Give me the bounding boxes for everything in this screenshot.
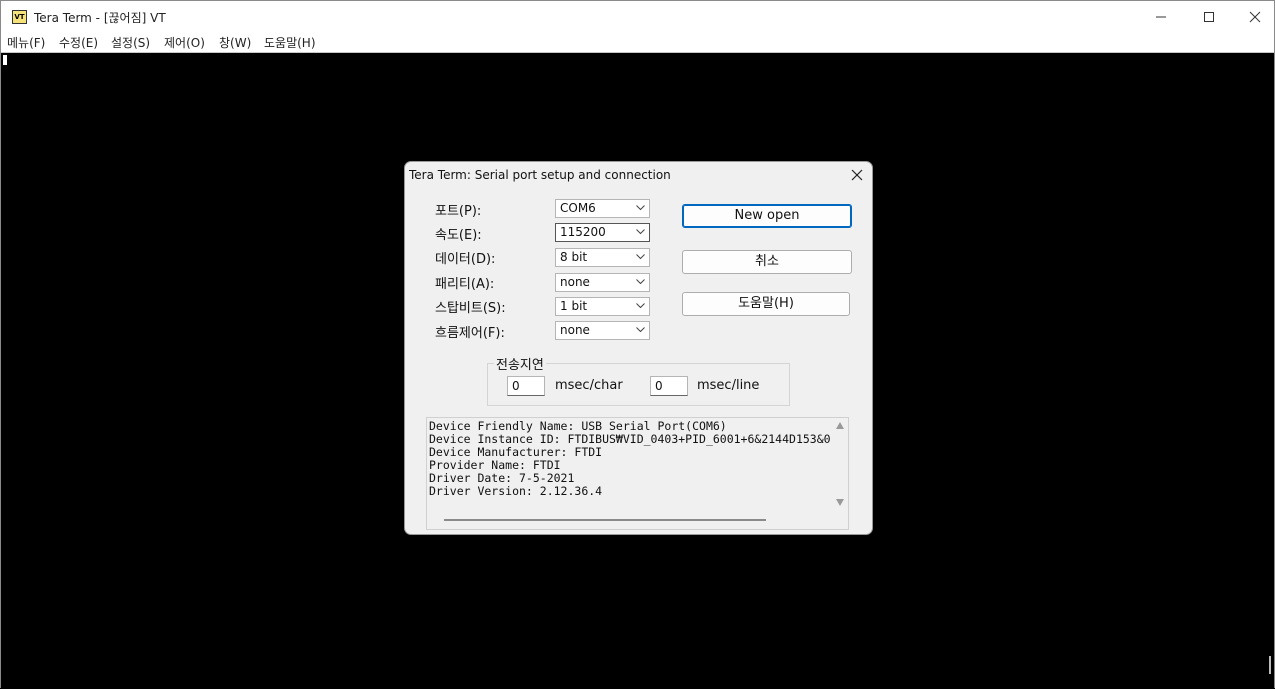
chevron-down-icon <box>636 205 645 211</box>
menu-bar: 메뉴(F) 수정(E) 설정(S) 제어(O) 창(W) 도움말(H) <box>1 32 1274 53</box>
flow-control-select[interactable]: none <box>555 321 650 340</box>
parity-value: none <box>560 275 590 289</box>
title-bar[interactable]: VT Tera Term - [끊어짐] VT <box>1 1 1274 32</box>
data-bits-value: 8 bit <box>560 250 588 264</box>
minimize-button[interactable] <box>1138 1 1184 32</box>
speed-select[interactable]: 115200 <box>555 223 650 242</box>
terminal-scrollbar[interactable] <box>1269 656 1271 674</box>
stop-bits-value: 1 bit <box>560 299 588 313</box>
chevron-down-icon <box>636 254 645 260</box>
menu-help[interactable]: 도움말(H) <box>264 34 316 51</box>
dialog-title: Tera Term: Serial port setup and connect… <box>409 168 671 182</box>
stop-bits-select[interactable]: 1 bit <box>555 297 650 316</box>
help-button[interactable]: 도움말(H) <box>682 292 850 316</box>
serial-port-setup-dialog: Tera Term: Serial port setup and connect… <box>404 161 873 535</box>
parity-label: 패리티(A): <box>435 277 495 292</box>
stop-bits-label: 스탑비트(S): <box>435 301 506 316</box>
info-horizontal-scrollbar[interactable] <box>427 512 832 529</box>
menu-control[interactable]: 제어(O) <box>164 34 205 51</box>
window-title: Tera Term - [끊어짐] VT <box>34 11 166 25</box>
menu-setup[interactable]: 설정(S) <box>111 34 150 51</box>
minimize-icon <box>1156 16 1166 17</box>
transmit-delay-label: 전송지연 <box>494 354 546 373</box>
info-vertical-scrollbar[interactable] <box>832 418 848 512</box>
scroll-up-icon <box>836 422 844 429</box>
horizontal-scroll-thumb[interactable] <box>444 519 766 521</box>
maximize-button[interactable] <box>1186 1 1232 32</box>
new-open-button[interactable]: New open <box>682 204 852 228</box>
line-delay-unit: msec/line <box>697 378 760 393</box>
close-icon <box>1249 11 1261 22</box>
chevron-down-icon <box>636 303 645 309</box>
parity-select[interactable]: none <box>555 273 650 292</box>
data-bits-select[interactable]: 8 bit <box>555 248 650 267</box>
port-value: COM6 <box>560 201 596 215</box>
speed-label: 속도(E): <box>435 228 482 243</box>
flow-control-value: none <box>560 323 590 337</box>
port-label: 포트(P): <box>435 204 482 219</box>
close-icon <box>851 169 863 181</box>
chevron-down-icon <box>636 229 645 235</box>
chevron-down-icon <box>636 279 645 285</box>
dialog-close-button[interactable] <box>845 165 869 185</box>
flow-control-label: 흐름제어(F): <box>435 326 505 341</box>
speed-value: 115200 <box>560 225 606 239</box>
maximize-icon <box>1204 11 1214 22</box>
teraterm-vt-icon: VT <box>12 10 27 24</box>
chevron-down-icon <box>636 327 645 333</box>
line-delay-input[interactable]: 0 <box>650 376 688 396</box>
data-bits-label: 데이터(D): <box>435 252 496 267</box>
driver-version: Driver Version: 2.12.36.4 <box>429 484 603 498</box>
text-cursor <box>3 55 7 65</box>
menu-window[interactable]: 창(W) <box>219 34 251 51</box>
scroll-down-icon <box>836 499 844 506</box>
menu-edit[interactable]: 수정(E) <box>59 34 98 51</box>
menu-file[interactable]: 메뉴(F) <box>7 34 45 51</box>
cancel-button[interactable]: 취소 <box>682 250 852 274</box>
char-delay-unit: msec/char <box>555 378 623 393</box>
char-delay-input[interactable]: 0 <box>507 376 545 396</box>
device-info-box[interactable]: Device Friendly Name: USB Serial Port(CO… <box>426 417 849 530</box>
close-window-button[interactable] <box>1232 1 1275 32</box>
port-select[interactable]: COM6 <box>555 199 650 218</box>
